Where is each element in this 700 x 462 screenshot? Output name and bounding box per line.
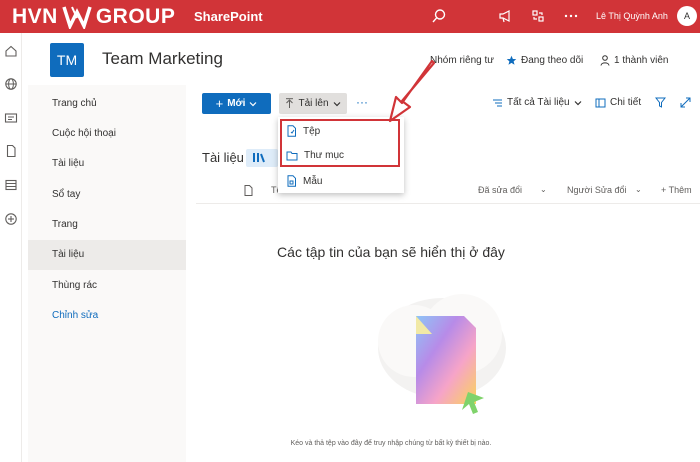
menu-item-template-label: Mẫu [303, 175, 323, 187]
upload-label: Tải lên [298, 98, 329, 109]
brand-logo[interactable]: HVN GROUP [12, 4, 175, 29]
nav-edit-link[interactable]: Chỉnh sửa [28, 301, 186, 331]
app-rail [0, 33, 22, 462]
details-label: Chi tiết [610, 97, 642, 108]
view-label: Tất cả Tài liệu [507, 97, 570, 108]
star-icon [506, 55, 517, 65]
plus-icon: + [215, 96, 224, 111]
view-options-button[interactable] [246, 149, 278, 167]
globe-icon[interactable] [4, 77, 18, 91]
members-label: 1 thành viên [614, 55, 669, 66]
empty-state-note: Kéo và thả tệp vào đây để truy nhập chún… [290, 440, 492, 447]
column-modified-by[interactable]: Người Sửa đổi [567, 185, 626, 195]
column-modified[interactable]: Đã sửa đổi [478, 185, 522, 195]
annotation-arrow-icon [388, 59, 436, 123]
avatar[interactable]: A [677, 6, 697, 26]
follow-label: Đang theo dõi [521, 55, 584, 66]
brand-mark-icon [62, 6, 92, 29]
nav-item-conversations[interactable]: Cuộc hội thoại [28, 119, 186, 149]
chevron-down-icon: ⌄ [540, 185, 547, 194]
details-button[interactable]: Chi tiết [595, 97, 641, 108]
more-options-icon[interactable] [563, 8, 579, 24]
follow-button[interactable]: Đang theo dõi [506, 55, 583, 66]
document-icon[interactable] [4, 144, 18, 158]
news-icon[interactable] [4, 111, 18, 125]
chevron-down-icon [574, 100, 582, 105]
nav-item-recycle-bin[interactable]: Thùng rác [28, 271, 186, 301]
home-icon[interactable] [4, 44, 18, 58]
app-name[interactable]: SharePoint [194, 9, 263, 24]
file-type-icon[interactable] [244, 185, 253, 196]
chevron-down-icon [249, 101, 257, 106]
list-view-icon [493, 99, 502, 106]
empty-folder-illustration [378, 294, 506, 414]
nav-item-home[interactable]: Trang chủ [28, 89, 186, 119]
add-column-button[interactable]: + Thêm [661, 185, 692, 195]
lists-icon[interactable] [4, 178, 18, 192]
members-button[interactable]: 1 thành viên [600, 55, 669, 66]
apps-share-icon[interactable] [530, 8, 546, 24]
filter-icon[interactable] [655, 97, 666, 108]
brand-text-left: HVN [12, 4, 58, 28]
person-icon [600, 55, 610, 66]
new-label: Mới [227, 98, 246, 109]
details-pane-icon [595, 98, 606, 107]
create-icon[interactable] [4, 212, 18, 226]
library-title: Tài liệu [202, 150, 244, 165]
site-logo[interactable]: TM [50, 43, 84, 77]
search-icon[interactable] [431, 8, 447, 24]
add-column-label: Thêm [668, 185, 692, 195]
privacy-text: Nhóm riêng tư [430, 55, 494, 66]
menu-item-template[interactable]: Mẫu [278, 169, 404, 193]
highlight-box [280, 119, 400, 167]
empty-state-title: Các tập tin của bạn sẽ hiển thị ở đây [277, 244, 505, 260]
upload-button[interactable]: Tải lên [279, 93, 347, 114]
nav-item-notebook[interactable]: Sổ tay [28, 180, 186, 210]
user-name[interactable]: Lê Thị Quỳnh Anh [596, 11, 668, 21]
library-view-icon [253, 153, 265, 163]
list-header: Tê Đã sửa đổi ⌄ Người Sửa đổi ⌄ + Thêm [196, 178, 700, 204]
expand-icon[interactable] [680, 97, 691, 108]
template-icon [287, 175, 296, 187]
chevron-down-icon [333, 101, 340, 106]
more-commands-button[interactable]: ··· [356, 95, 368, 109]
nav-item-documents[interactable]: Tài liệu [28, 149, 186, 179]
nav-item-documents-active[interactable]: Tài liệu [28, 240, 186, 270]
view-switcher[interactable]: Tất cả Tài liệu [492, 97, 582, 108]
new-button[interactable]: + Mới [202, 93, 271, 114]
nav-item-pages[interactable]: Trang [28, 210, 186, 240]
site-navigation: Trang chủ Cuộc hội thoại Tài liệu Sổ tay… [28, 85, 186, 462]
megaphone-icon[interactable] [497, 8, 513, 24]
suite-bar: HVN GROUP SharePoint Lê Thị Quỳnh Anh A [0, 0, 700, 33]
privacy-label: Nhóm riêng tư [430, 55, 494, 66]
chevron-down-icon: ⌄ [635, 185, 642, 194]
upload-arrow-icon [286, 98, 294, 108]
page-title[interactable]: Team Marketing [102, 49, 223, 69]
brand-text-right: GROUP [95, 4, 176, 28]
